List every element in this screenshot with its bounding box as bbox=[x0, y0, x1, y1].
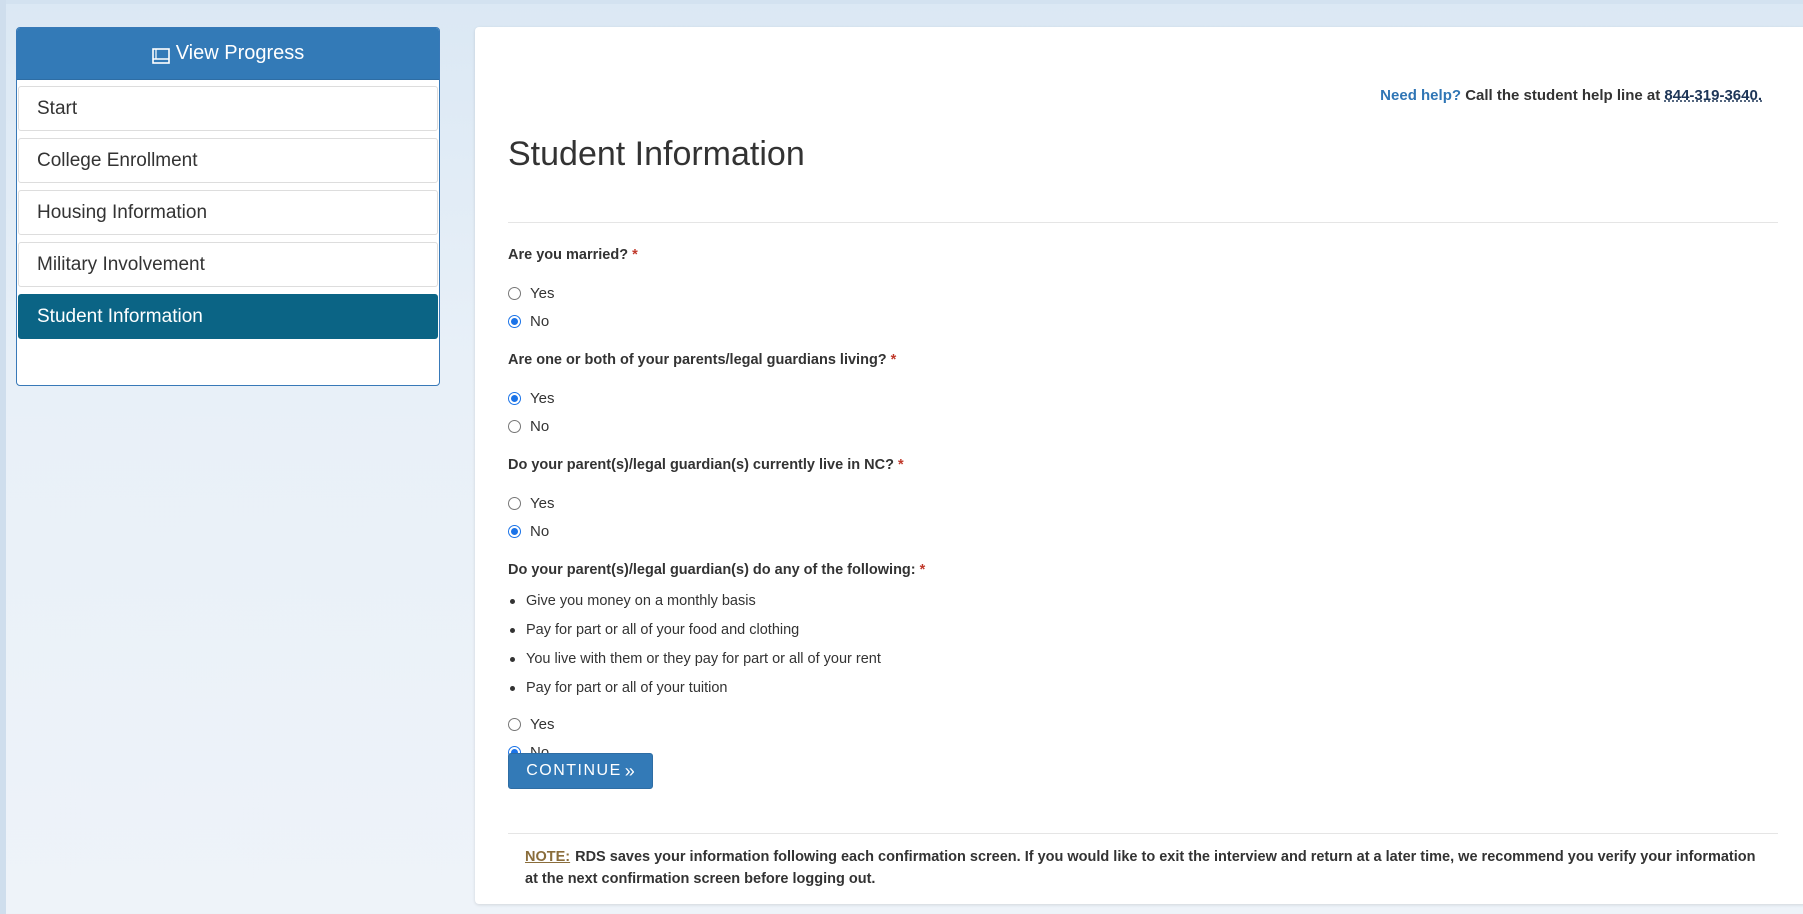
radio-button-selected[interactable] bbox=[508, 315, 521, 328]
progress-item-housing-information[interactable]: Housing Information bbox=[18, 190, 438, 235]
note-label: NOTE: bbox=[525, 849, 571, 865]
question-text: Do your parent(s)/legal guardian(s) curr… bbox=[508, 457, 894, 473]
progress-item-military-involvement[interactable]: Military Involvement bbox=[18, 242, 438, 287]
need-help-label: Need help? bbox=[1380, 87, 1462, 104]
title-divider bbox=[508, 222, 1778, 223]
radio-button[interactable] bbox=[508, 420, 521, 433]
required-mark: * bbox=[890, 352, 897, 368]
radio-button[interactable] bbox=[508, 287, 521, 300]
progress-item-label: College Enrollment bbox=[37, 149, 198, 171]
bullet-text: Pay for part or all of your tuition bbox=[526, 680, 728, 696]
radio-label: Yes bbox=[530, 716, 555, 733]
radio-label: No bbox=[530, 418, 550, 435]
progress-item-label: Military Involvement bbox=[37, 253, 205, 275]
required-mark: * bbox=[919, 562, 926, 578]
list-item: Give you money on a monthly basis bbox=[508, 593, 756, 609]
bullet-dot bbox=[510, 627, 515, 633]
radio-label: Yes bbox=[530, 495, 555, 512]
progress-item-label: Housing Information bbox=[37, 201, 208, 223]
progress-item-student-information[interactable]: Student Information bbox=[18, 294, 438, 339]
question-text: Are you married? bbox=[508, 247, 629, 263]
main-panel: Need help? Call the student help line at… bbox=[475, 27, 1803, 904]
help-text: Call the student help line at bbox=[1465, 87, 1661, 104]
help-phone-link[interactable]: 844-319-3640. bbox=[1664, 87, 1762, 104]
progress-list: Start College Enrollment Housing Informa… bbox=[17, 80, 439, 339]
radio-button[interactable] bbox=[508, 497, 521, 510]
radio-parents-nc-no[interactable]: No bbox=[508, 523, 549, 540]
left-edge bbox=[0, 0, 6, 914]
radio-married-yes[interactable]: Yes bbox=[508, 285, 554, 302]
radio-button-selected[interactable] bbox=[508, 392, 521, 405]
page-title: Student Information bbox=[508, 135, 805, 173]
radio-label: Yes bbox=[530, 285, 555, 302]
note-text: RDS saves your information following eac… bbox=[525, 849, 1756, 887]
list-item: Pay for part or all of your tuition bbox=[508, 680, 728, 696]
question-parents-support: Do your parent(s)/legal guardian(s) do a… bbox=[508, 562, 925, 578]
book-icon bbox=[151, 47, 170, 64]
progress-item-start[interactable]: Start bbox=[18, 86, 438, 131]
question-parents-nc: Do your parent(s)/legal guardian(s) curr… bbox=[508, 457, 904, 473]
radio-button-selected[interactable] bbox=[508, 525, 521, 538]
question-married: Are you married? * bbox=[508, 247, 638, 263]
radio-parents-nc-yes[interactable]: Yes bbox=[508, 495, 554, 512]
list-item: Pay for part or all of your food and clo… bbox=[508, 622, 799, 638]
question-text: Do your parent(s)/legal guardian(s) do a… bbox=[508, 562, 916, 578]
radio-married-no[interactable]: No bbox=[508, 313, 549, 330]
question-parents-living: Are one or both of your parents/legal gu… bbox=[508, 352, 896, 368]
double-chevron-right-icon: » bbox=[624, 760, 635, 781]
bullet-dot bbox=[510, 685, 515, 691]
view-progress-label: View Progress bbox=[175, 42, 305, 64]
radio-button[interactable] bbox=[508, 718, 521, 731]
radio-parents-living-yes[interactable]: Yes bbox=[508, 390, 554, 407]
bullet-dot bbox=[510, 656, 515, 662]
bullet-dot bbox=[510, 598, 515, 604]
required-mark: * bbox=[632, 247, 638, 263]
bullet-text: Pay for part or all of your food and clo… bbox=[526, 622, 800, 638]
progress-item-label: Student Information bbox=[37, 305, 203, 327]
progress-item-label: Start bbox=[37, 97, 78, 119]
bullet-text: Give you money on a monthly basis bbox=[526, 593, 756, 609]
note-divider bbox=[508, 833, 1778, 834]
radio-parents-support-yes[interactable]: Yes bbox=[508, 716, 554, 733]
continue-label: CONTINUE bbox=[526, 762, 622, 779]
radio-label: No bbox=[530, 523, 550, 540]
continue-button[interactable]: CONTINUE » bbox=[508, 753, 653, 789]
list-item: You live with them or they pay for part … bbox=[508, 651, 881, 667]
help-line: Need help? Call the student help line at… bbox=[1380, 87, 1762, 104]
bullet-text: You live with them or they pay for part … bbox=[526, 651, 881, 667]
progress-item-college-enrollment[interactable]: College Enrollment bbox=[18, 138, 438, 183]
required-mark: * bbox=[897, 457, 904, 473]
view-progress-header[interactable]: View Progress bbox=[17, 28, 439, 80]
radio-label: No bbox=[530, 313, 550, 330]
top-edge bbox=[0, 0, 1803, 4]
radio-label: Yes bbox=[530, 390, 555, 407]
radio-parents-living-no[interactable]: No bbox=[508, 418, 549, 435]
question-text: Are one or both of your parents/legal gu… bbox=[508, 352, 887, 368]
note: NOTE: RDS saves your information followin… bbox=[525, 846, 1765, 890]
progress-panel: View Progress Start College Enrollment H… bbox=[16, 27, 440, 386]
